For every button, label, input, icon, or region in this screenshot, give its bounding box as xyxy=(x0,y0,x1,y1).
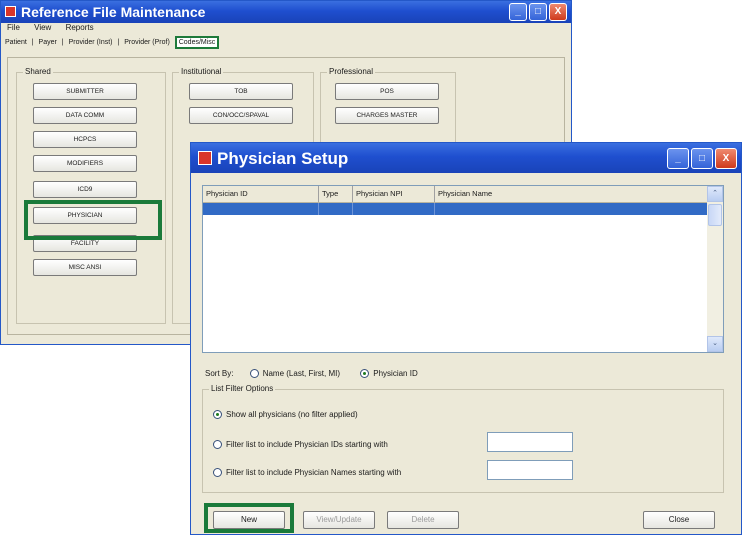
professional-group-label: Professional xyxy=(327,67,376,76)
dialog-title: Physician Setup xyxy=(217,149,349,168)
sort-by-row: Sort By: Name (Last, First, MI) Physicia… xyxy=(205,369,418,379)
view-update-button[interactable]: View/Update xyxy=(303,511,375,529)
minimize-icon[interactable]: _ xyxy=(509,3,527,21)
radio-icon xyxy=(213,468,222,478)
tab-strip: Patient | Payer | Provider (Inst) | Prov… xyxy=(5,36,222,55)
col-type[interactable]: Type xyxy=(319,186,353,202)
maximize-icon[interactable]: □ xyxy=(529,3,547,21)
radio-selected-icon xyxy=(360,369,370,379)
sort-physician-id-label: Physician ID xyxy=(373,369,418,378)
filter-physician-ids-label: Filter list to include Physician IDs sta… xyxy=(226,440,388,449)
ref-window-title: Reference File Maintenance xyxy=(21,4,206,20)
filter-show-all-radio[interactable]: Show all physicians (no filter applied) xyxy=(213,410,358,420)
hcpcs-button[interactable]: HCPCS xyxy=(33,131,137,148)
physician-setup-dialog: Physician Setup _ □ X Physician ID Type … xyxy=(190,142,742,535)
col-physician-name[interactable]: Physician Name xyxy=(435,186,708,202)
selected-list-row[interactable] xyxy=(203,203,708,215)
dialog-titlebar[interactable]: Physician Setup _ □ X xyxy=(191,143,741,173)
menu-reports[interactable]: Reports xyxy=(66,23,94,32)
filter-show-all-label: Show all physicians (no filter applied) xyxy=(226,410,358,419)
row-divider xyxy=(352,203,353,215)
data-comm-button[interactable]: DATA COMM xyxy=(33,107,137,124)
minimize-icon[interactable]: _ xyxy=(667,148,689,169)
charges-master-button[interactable]: CHARGES MASTER xyxy=(335,107,439,124)
list-filter-options-group: List Filter Options Show all physicians … xyxy=(202,384,724,493)
sort-by-label: Sort By: xyxy=(205,369,234,378)
sort-name-radio[interactable]: Name (Last, First, MI) xyxy=(249,369,341,379)
close-icon[interactable]: X xyxy=(549,3,567,21)
tab-payer[interactable]: Payer xyxy=(39,39,57,46)
submitter-button[interactable]: SUBMITTER xyxy=(33,83,137,100)
tab-codes-misc[interactable]: Codes/Misc xyxy=(174,36,220,49)
radio-icon xyxy=(213,440,222,450)
radio-icon xyxy=(249,369,259,379)
physician-list[interactable]: Physician ID Type Physician NPI Physicia… xyxy=(202,185,724,353)
sort-physician-id-radio[interactable]: Physician ID xyxy=(360,369,418,379)
list-header: Physician ID Type Physician NPI Physicia… xyxy=(203,186,708,203)
close-icon[interactable]: X xyxy=(715,148,737,169)
menu-bar: File View Reports xyxy=(1,23,571,37)
physician-id-filter-input[interactable] xyxy=(487,432,573,452)
menu-view[interactable]: View xyxy=(34,23,51,32)
row-divider xyxy=(434,203,435,215)
delete-button[interactable]: Delete xyxy=(387,511,459,529)
tab-separator: | xyxy=(31,39,34,46)
pos-button[interactable]: POS xyxy=(335,83,439,100)
con-occ-spaval-button[interactable]: CON/OCC/SPAVAL xyxy=(189,107,293,124)
app-icon xyxy=(5,6,16,17)
tab-separator: | xyxy=(61,39,64,46)
tob-button[interactable]: TOB xyxy=(189,83,293,100)
tab-provider-inst[interactable]: Provider (Inst) xyxy=(69,39,113,46)
list-filter-options-label: List Filter Options xyxy=(209,384,276,393)
filter-physician-ids-radio[interactable]: Filter list to include Physician IDs sta… xyxy=(213,440,388,450)
row-divider xyxy=(318,203,319,215)
modifiers-button[interactable]: MODIFIERS xyxy=(33,155,137,172)
physician-highlight-box xyxy=(24,200,162,240)
scroll-up-icon[interactable]: ⌃ xyxy=(707,186,723,202)
shared-group-label: Shared xyxy=(23,67,53,76)
sort-name-label: Name (Last, First, MI) xyxy=(262,369,341,378)
menu-file[interactable]: File xyxy=(7,23,20,32)
tab-separator: | xyxy=(117,39,120,46)
misc-ansi-button[interactable]: MISC ANSI xyxy=(33,259,137,276)
new-button-highlight-box xyxy=(204,503,294,533)
filter-physician-names-radio[interactable]: Filter list to include Physician Names s… xyxy=(213,468,402,478)
close-button[interactable]: Close xyxy=(643,511,715,529)
vertical-scrollbar[interactable]: ⌃ ⌄ xyxy=(707,186,723,352)
shared-group: Shared SUBMITTER DATA COMM HCPCS MODIFIE… xyxy=(16,67,166,324)
filter-physician-names-label: Filter list to include Physician Names s… xyxy=(226,468,402,477)
icd9-button[interactable]: ICD9 xyxy=(33,181,137,198)
col-physician-id[interactable]: Physician ID xyxy=(203,186,319,202)
ref-window-titlebar[interactable]: Reference File Maintenance _ □ X xyxy=(1,1,571,23)
institutional-group-label: Institutional xyxy=(179,67,224,76)
tab-patient[interactable]: Patient xyxy=(5,39,27,46)
scroll-thumb[interactable] xyxy=(708,204,722,226)
radio-selected-icon xyxy=(213,410,222,420)
col-physician-npi[interactable]: Physician NPI xyxy=(353,186,435,202)
tab-provider-prof[interactable]: Provider (Prof) xyxy=(124,39,170,46)
physician-name-filter-input[interactable] xyxy=(487,460,573,480)
scroll-down-icon[interactable]: ⌄ xyxy=(707,336,723,352)
maximize-icon[interactable]: □ xyxy=(691,148,713,169)
app-icon xyxy=(198,151,212,165)
